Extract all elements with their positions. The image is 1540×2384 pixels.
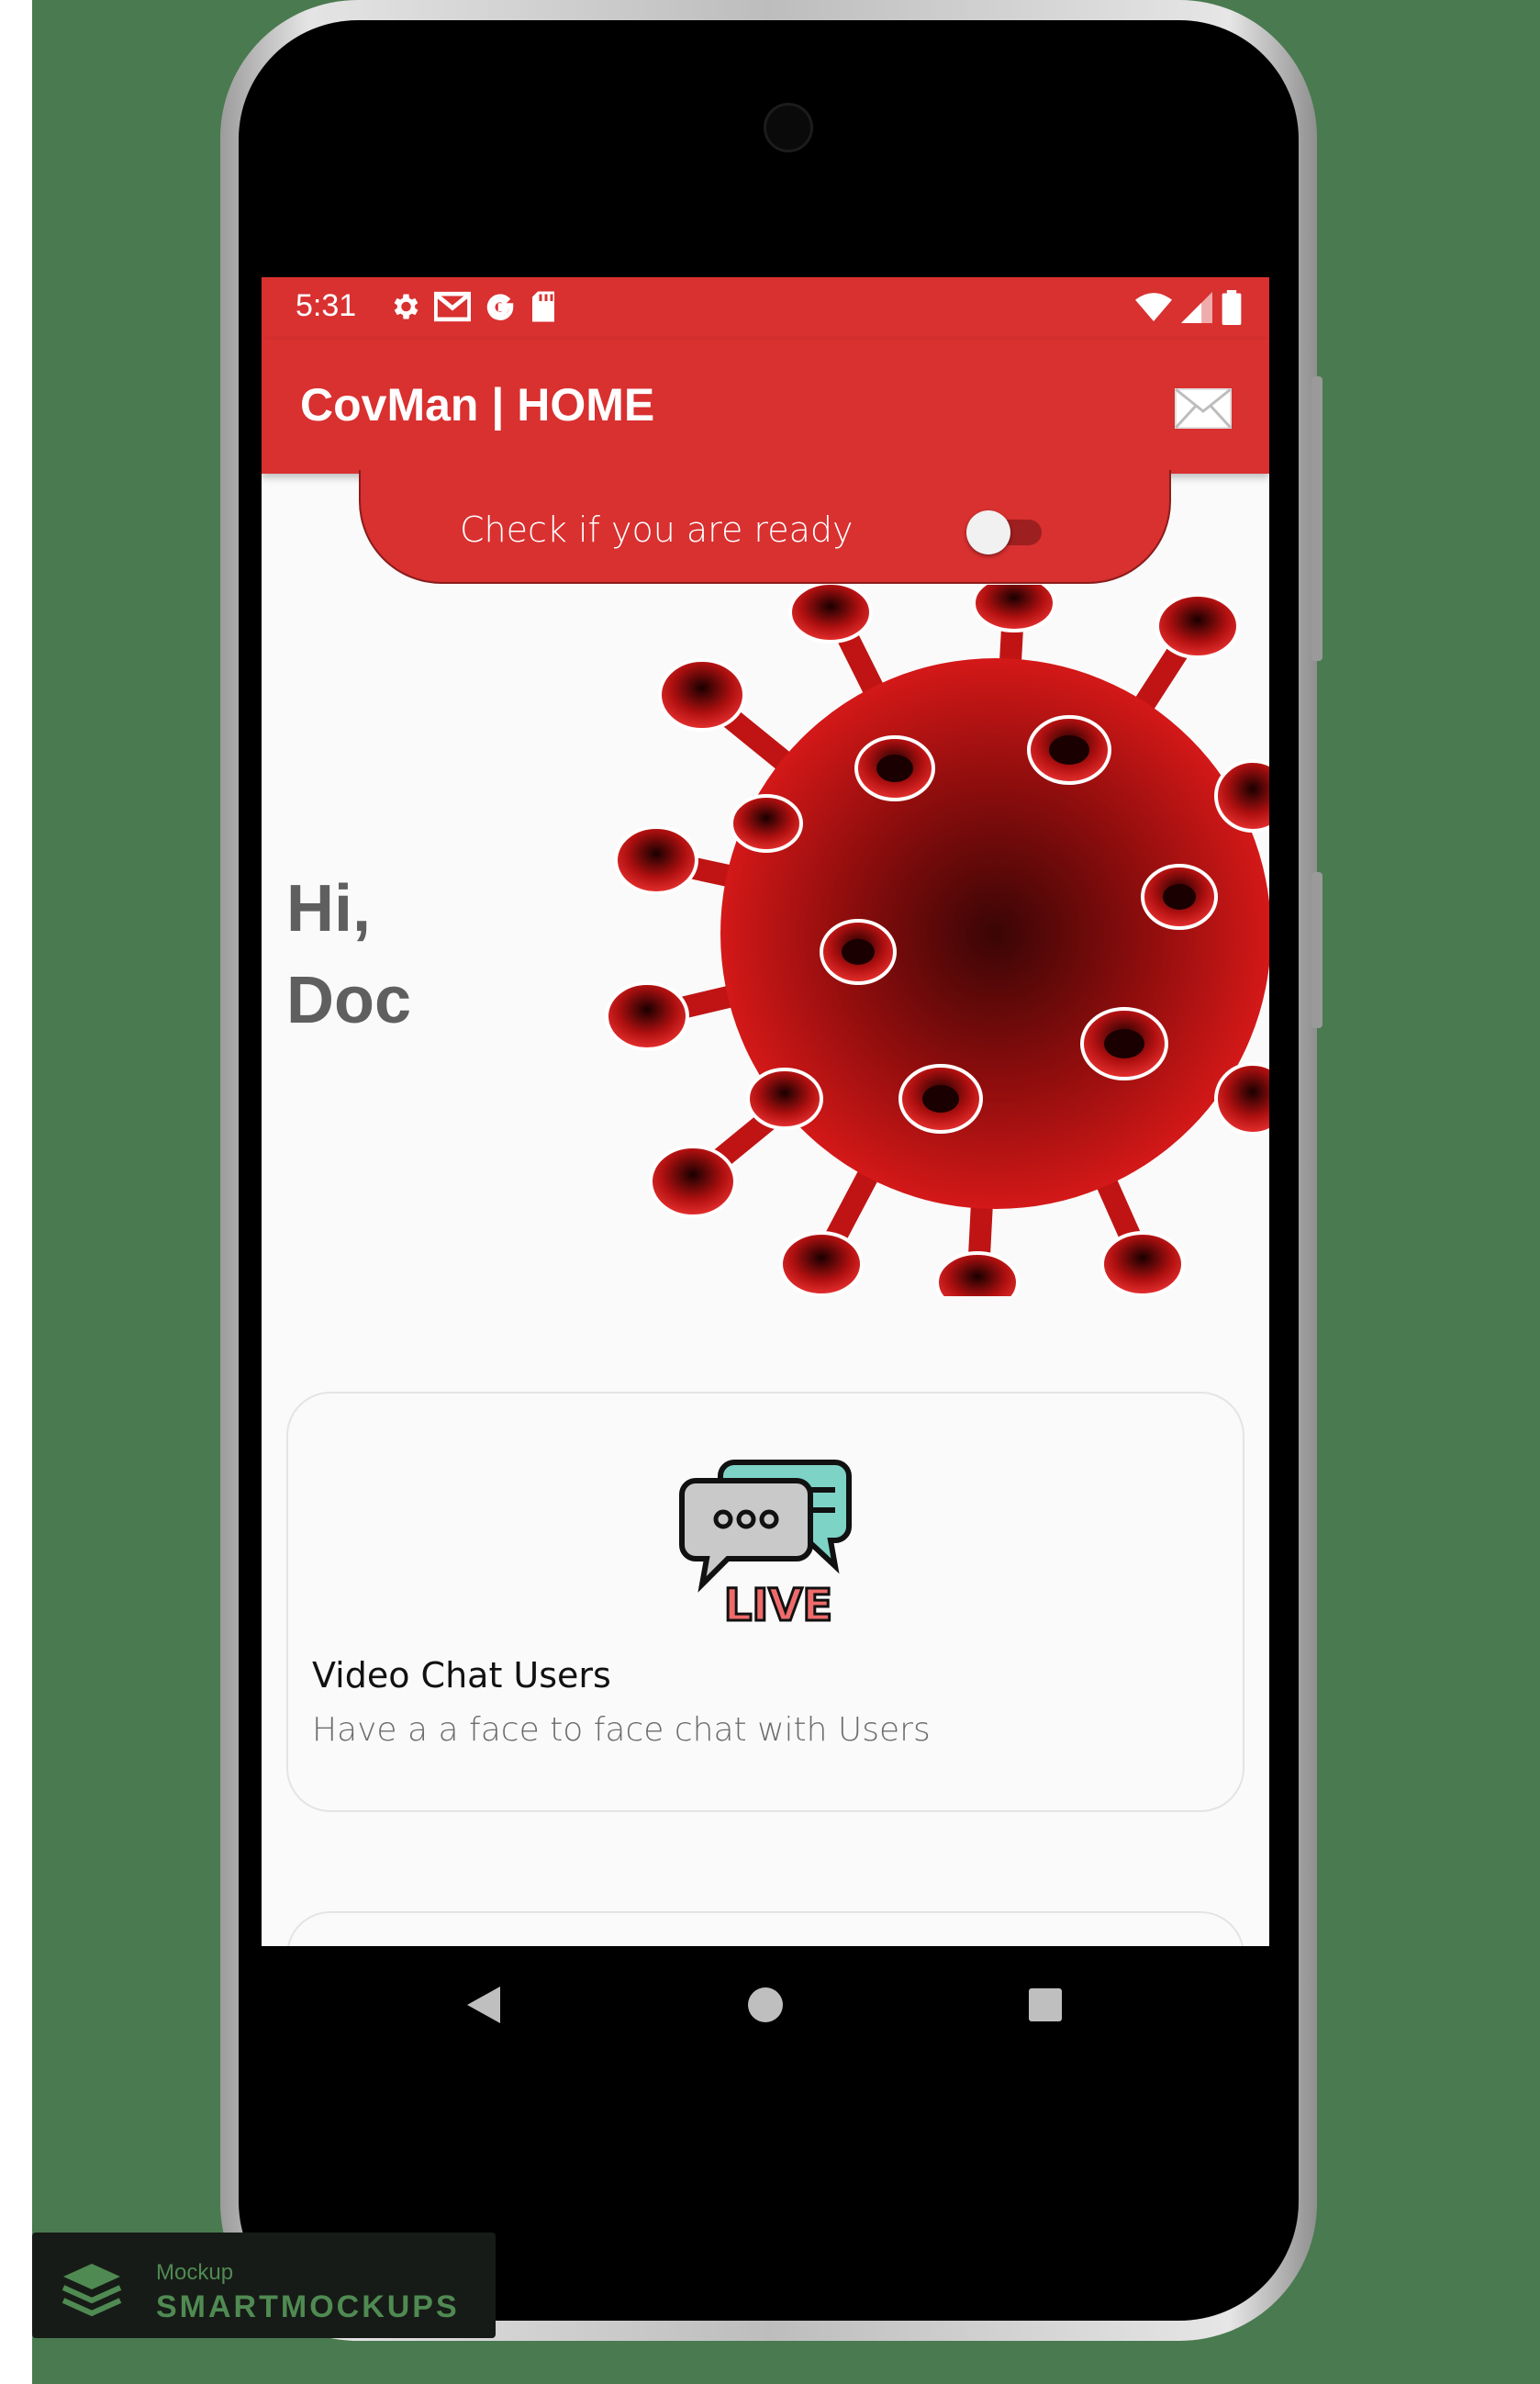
back-icon[interactable] <box>465 1985 502 2025</box>
second-card[interactable] <box>286 1911 1244 1946</box>
ready-toggle[interactable] <box>966 510 1042 554</box>
card-description: Have a a face to face chat with Users <box>312 1711 931 1749</box>
app-screen: 5:31 CovMan | HOME Check if you are read… <box>262 277 1269 1946</box>
app-bar: CovMan | HOME <box>262 340 1269 474</box>
recents-icon[interactable] <box>1027 1985 1064 2025</box>
power-button <box>1311 872 1322 1028</box>
smartmockups-watermark: Mockup SMARTMOCKUPS <box>32 2233 496 2338</box>
status-bar: 5:31 <box>262 277 1269 340</box>
status-icons-left <box>388 290 557 323</box>
live-chat-icon: LIVE <box>679 1460 852 1628</box>
greeting-line-1: Hi, <box>286 872 372 946</box>
toggle-thumb <box>966 510 1010 554</box>
watermark-big-text: SMARTMOCKUPS <box>156 2289 460 2324</box>
virus-illustration <box>605 585 1269 1296</box>
front-camera <box>764 103 813 152</box>
google-icon <box>486 294 514 320</box>
card-title: Video Chat Users <box>312 1655 611 1696</box>
navigation-bar <box>262 1946 1269 2065</box>
mail-button[interactable] <box>1174 387 1233 430</box>
left-edge-strip <box>0 0 32 2384</box>
battery-icon <box>1222 290 1242 325</box>
live-label: LIVE <box>724 1580 832 1628</box>
status-time: 5:31 <box>296 288 357 323</box>
volume-button <box>1311 376 1322 661</box>
signal-icon <box>1181 292 1212 323</box>
mail-icon <box>1174 387 1233 430</box>
video-chat-card[interactable]: LIVE Video Chat Users Have a a face to f… <box>286 1392 1244 1812</box>
ready-panel: Check if you are ready <box>359 470 1171 584</box>
page-title: CovMan | HOME <box>300 379 655 431</box>
status-icons-right <box>1135 290 1242 325</box>
ready-label: Check if you are ready <box>460 509 854 550</box>
greeting-line-2: Doc <box>286 964 412 1037</box>
wifi-icon <box>1135 293 1172 321</box>
layers-icon <box>61 2264 122 2317</box>
watermark-small-text: Mockup <box>156 2260 234 2285</box>
gmail-icon <box>434 291 471 322</box>
home-icon[interactable] <box>746 1985 785 2025</box>
greeting: Hi, Doc <box>286 863 411 1046</box>
sd-card-icon <box>532 291 554 322</box>
gear-icon <box>394 294 418 319</box>
